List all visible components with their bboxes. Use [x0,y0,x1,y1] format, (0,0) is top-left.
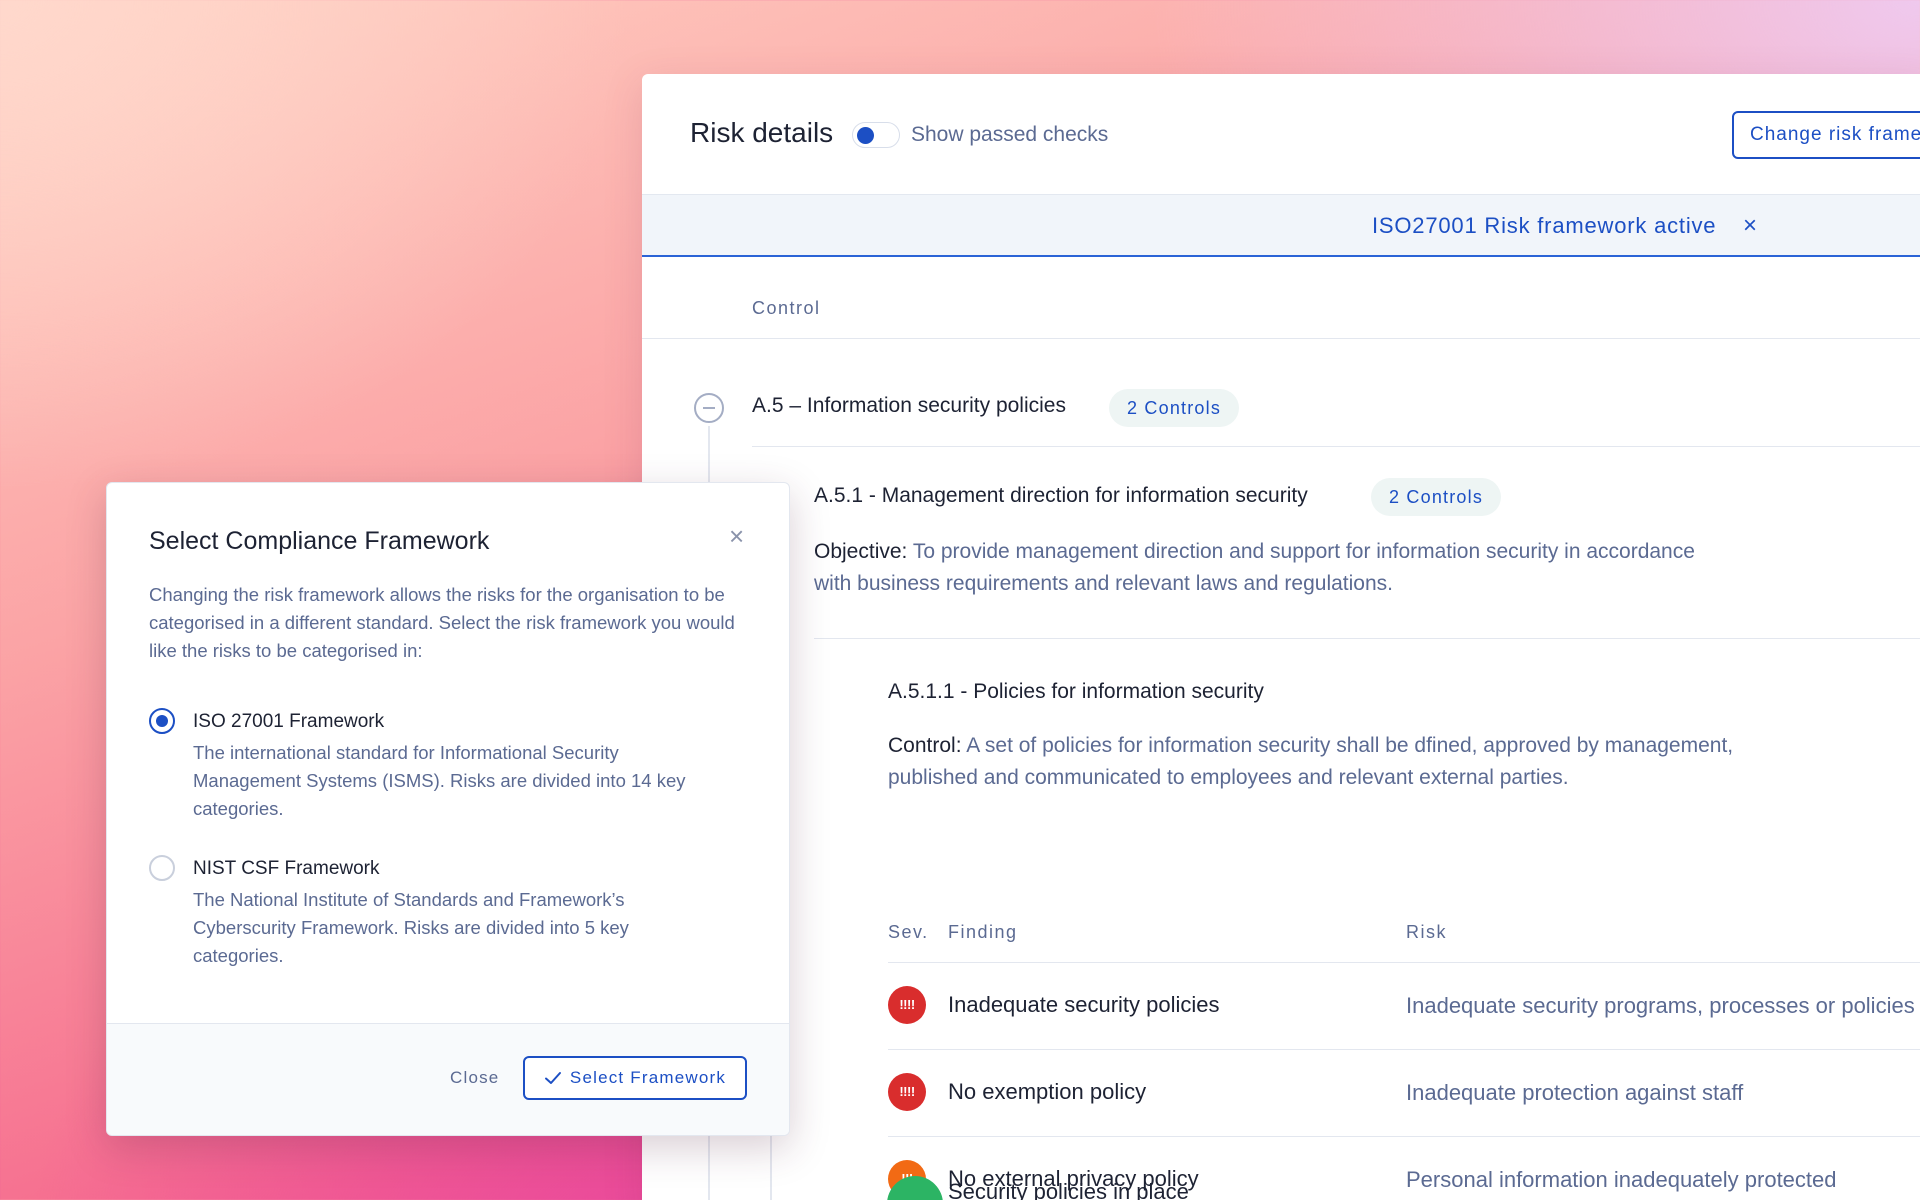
finding-cell: Inadequate security policies [948,992,1220,1017]
divider [888,1049,1920,1050]
controls-count-badge: 2 Controls [1109,389,1240,427]
option-description: The international standard for Informati… [193,742,686,819]
risk-cell: Inadequate security programs, processes … [1406,993,1915,1018]
column-header-finding: Finding [948,922,1018,942]
close-icon[interactable]: × [729,521,744,552]
column-header-risk: Risk [1406,922,1447,942]
control-label: Control: [888,734,962,757]
section-title: A.5 – Information security policies [752,394,1066,417]
column-header-control: Control [752,298,821,318]
column-header-sev: Sev. [888,922,929,942]
control-text: Control: A set of policies for informati… [888,730,1920,794]
close-icon[interactable]: × [1743,212,1757,240]
divider [642,338,1920,339]
critical-severity-icon: !!!! [888,986,926,1024]
page-title: Risk details [690,117,834,148]
framework-active-banner: ISO27001 Risk framework active × [642,194,1920,257]
close-button[interactable]: Close [450,1068,499,1088]
divider [888,1136,1920,1137]
control-title: A.5.1.1 - Policies for information secur… [888,680,1264,703]
subsection-title: A.5.1 - Management direction for informa… [814,484,1308,507]
select-framework-button[interactable]: Select Framework [523,1056,747,1100]
modal-title: Select Compliance Framework [149,527,490,555]
change-risk-framework-button[interactable]: Change risk framework [1732,111,1920,159]
finding-cell: No exemption policy [948,1079,1147,1104]
objective-line-1: To provide management direction and supp… [907,540,1695,563]
toggle-knob [857,127,874,144]
objective-line-2: with business requirements and relevant … [814,572,1393,595]
modal-description: Changing the risk framework allows the r… [149,584,735,661]
finding-cell: Security policies in place [948,1179,1189,1200]
option-description: The National Institute of Standards and … [193,889,629,966]
risk-cell: Inadequate protection against staff [1406,1080,1744,1105]
show-passed-checks-toggle[interactable] [852,122,900,148]
control-line-1: A set of policies for information securi… [961,734,1734,757]
divider [888,962,1920,963]
check-icon [544,1072,561,1084]
divider [752,446,1920,447]
critical-severity-icon: !!!! [888,1073,926,1111]
panel-header: Risk details Show passed checks Change r… [642,74,1920,194]
risk-cell: Personal information inadequately protec… [1406,1167,1837,1192]
toggle-label: Show passed checks [911,123,1109,146]
control-line-2: published and communicated to employees … [888,766,1569,789]
radio-nist-csf[interactable] [149,855,175,881]
modal-footer: Close Select Framework [107,1023,789,1135]
select-framework-label: Select Framework [569,1068,727,1087]
collapse-icon[interactable] [694,393,724,423]
option-title: NIST CSF Framework [193,858,380,879]
divider [814,638,1920,639]
option-title: ISO 27001 Framework [193,711,385,732]
objective-text: Objective: To provide management directi… [814,536,1894,600]
select-framework-modal: Select Compliance Framework × Changing t… [106,482,790,1136]
risk-details-panel: Risk details Show passed checks Change r… [642,74,1920,1200]
radio-iso-27001[interactable] [149,708,175,734]
objective-label: Objective: [814,540,908,563]
banner-text: ISO27001 Risk framework active [1372,213,1717,238]
controls-count-badge: 2 Controls [1371,478,1502,516]
